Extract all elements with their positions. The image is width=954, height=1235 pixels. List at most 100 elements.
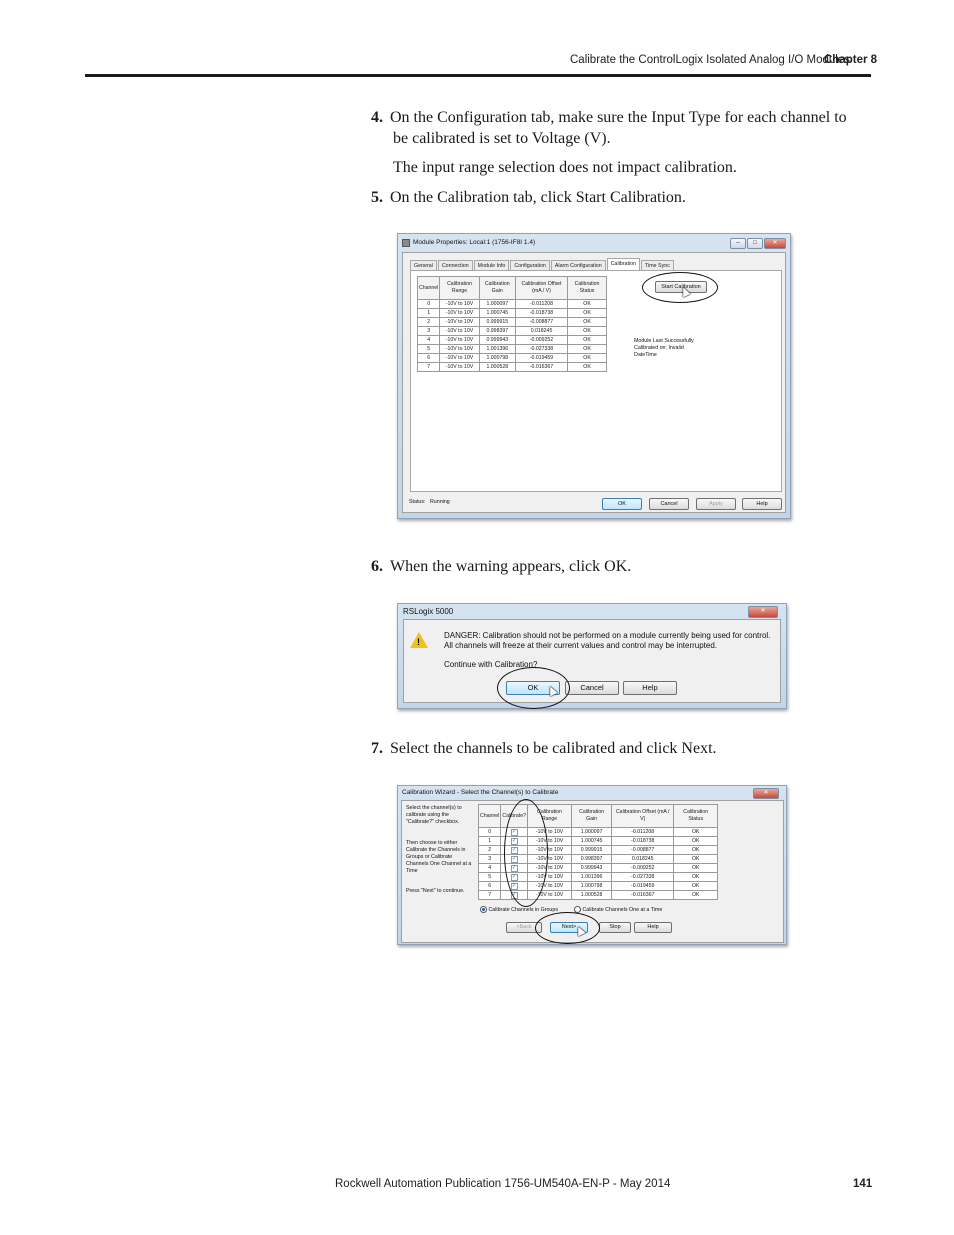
module-properties-window: Module Properties: Local:1 (1756-IF8I 1.…	[397, 233, 791, 519]
table-cell: 0.998397	[571, 854, 613, 864]
step-6: 6. When the warning appears, click OK.	[371, 556, 631, 577]
table-cell: -0.016367	[514, 362, 569, 372]
table-cell: 2	[416, 317, 441, 327]
help-button[interactable]: Help	[634, 922, 672, 933]
table-row[interactable]: 6 -10V to 10V 1.000798 -0.019459 OK	[416, 353, 607, 363]
cancel-button[interactable]: Cancel	[649, 498, 689, 510]
module-status: Status: Running	[409, 499, 450, 506]
table-cell: 0	[477, 827, 502, 837]
table-cell: -0.011208	[611, 827, 675, 837]
col-status: Calibration Status	[673, 804, 718, 828]
table-cell: 1.000798	[478, 353, 516, 363]
step-note: The input range selection does not impac…	[393, 159, 737, 176]
table-cell: OK	[673, 872, 718, 882]
table-cell: OK	[673, 854, 718, 864]
table-cell: 6	[416, 353, 441, 363]
highlight-circle-next	[535, 912, 600, 944]
header-rule	[85, 74, 871, 77]
table-cell: OK	[673, 881, 718, 891]
radio-selected-icon[interactable]	[480, 906, 487, 913]
table-cell: -10V to 10V	[439, 299, 480, 309]
table-row[interactable]: 2 -10V to 10V 0.999915 -0.008877 OK	[416, 317, 607, 327]
table-cell: 7	[477, 890, 502, 900]
table-cell: -10V to 10V	[439, 362, 480, 372]
table-cell: -0.027338	[514, 344, 569, 354]
table-cell: -0.019459	[514, 353, 569, 363]
app-icon	[402, 239, 410, 247]
table-cell: 2	[477, 845, 502, 855]
step-4-continued: be calibrated is set to Voltage (V).	[393, 130, 611, 147]
table-row[interactable]: 5 -10V to 10V 1.001396 -0.027338 OK	[416, 344, 607, 354]
table-cell: -10V to 10V	[439, 344, 480, 354]
table-cell: 4	[416, 335, 441, 345]
step-number: 5.	[371, 189, 383, 206]
table-cell: OK	[673, 890, 718, 900]
col-gain: Calibration Gain	[571, 804, 613, 828]
maximize-button[interactable]: □	[747, 238, 763, 249]
dialog-title: RSLogix 5000	[403, 607, 454, 616]
warning-icon-mark: !	[417, 637, 420, 647]
warning-line-1: DANGER: Calibration should not be perfor…	[444, 631, 771, 640]
minimize-button[interactable]: –	[730, 238, 746, 249]
table-row[interactable]: 7 -10V to 10V 1.000528 -0.016367 OK	[416, 362, 607, 372]
table-cell: OK	[567, 317, 607, 327]
table-cell: -10V to 10V	[439, 326, 480, 336]
col-offset: Calibration Offset (mA / V)	[514, 276, 569, 300]
table-cell: 1.000097	[478, 299, 516, 309]
table-cell: OK	[567, 344, 607, 354]
help-button[interactable]: Help	[623, 681, 677, 695]
wizard-title: Calibration Wizard - Select the Channel(…	[402, 789, 559, 796]
table-cell: 0.999915	[571, 845, 613, 855]
table-row[interactable]: 0 -10V to 10V 1.000097 -0.011208 OK	[416, 299, 607, 309]
table-cell: 0.999943	[571, 863, 613, 873]
step-4: 4. On the Configuration tab, make sure t…	[371, 107, 871, 128]
table-row[interactable]: 4 -10V to 10V 0.999943 -0.009252 OK	[416, 335, 607, 345]
table-row[interactable]: 1 -10V to 10V 1.000745 -0.018738 OK	[416, 308, 607, 318]
table-cell: 0.018245	[611, 854, 675, 864]
table-cell: -0.019459	[611, 881, 675, 891]
wizard-instruction-1: Select the channel(s) to calibrate using…	[406, 805, 462, 825]
calibration-wizard-window: Calibration Wizard - Select the Channel(…	[397, 785, 787, 945]
close-button[interactable]: ✕	[748, 606, 778, 618]
table-cell: 3	[477, 854, 502, 864]
table-cell: 1	[477, 836, 502, 846]
radio-groups[interactable]: Calibrate Channels in Groups	[480, 906, 558, 914]
step-number: 4.	[371, 109, 383, 126]
status-label: Status:	[409, 499, 426, 505]
close-button[interactable]: ✕	[753, 788, 779, 799]
table-cell: -0.009252	[611, 863, 675, 873]
col-range: Calibration Range	[439, 276, 480, 300]
table-cell: -0.018738	[611, 836, 675, 846]
table-cell: -10V to 10V	[439, 308, 480, 318]
table-cell: 1.000528	[571, 890, 613, 900]
table-cell: -0.027338	[611, 872, 675, 882]
highlight-circle	[497, 667, 570, 709]
radio-groups-label: Calibrate Channels in Groups	[488, 906, 558, 913]
step-text: When the warning appears, click OK.	[390, 558, 632, 575]
status-value: Running	[429, 499, 450, 505]
table-cell: OK	[673, 845, 718, 855]
radio-one-label: Calibrate Channels One at a Time	[582, 906, 663, 913]
radio-one-at-a-time[interactable]: Calibrate Channels One at a Time	[574, 906, 662, 914]
close-button[interactable]: ✕	[764, 238, 786, 249]
wizard-instruction-2: Then choose to either Calibrate the Chan…	[406, 840, 472, 874]
table-header-row: Channel Calibration Range Calibration Ga…	[416, 276, 607, 300]
highlight-ellipse-calibrate-column	[504, 799, 548, 907]
table-cell: OK	[673, 836, 718, 846]
table-cell: 0.018245	[514, 326, 569, 336]
table-cell: 5	[416, 344, 441, 354]
table-cell: OK	[567, 335, 607, 345]
col-gain: Calibration Gain	[478, 276, 516, 300]
table-cell: 1	[416, 308, 441, 318]
status-note-line: DateTime	[634, 352, 657, 358]
table-cell: 1.000097	[571, 827, 613, 837]
ok-button[interactable]: OK	[602, 498, 642, 510]
stop-button[interactable]: Stop	[599, 922, 631, 933]
table-row[interactable]: 3 -10V to 10V 0.998397 0.018245 OK	[416, 326, 607, 336]
help-button[interactable]: Help	[742, 498, 782, 510]
table-cell: -10V to 10V	[439, 317, 480, 327]
cancel-button[interactable]: Cancel	[565, 681, 619, 695]
table-body: 0 -10V to 10V 1.000097 -0.011208 OK 1 -10V to …	[416, 299, 607, 372]
table-cell: 0.998397	[478, 326, 516, 336]
apply-button[interactable]: Apply	[696, 498, 736, 510]
